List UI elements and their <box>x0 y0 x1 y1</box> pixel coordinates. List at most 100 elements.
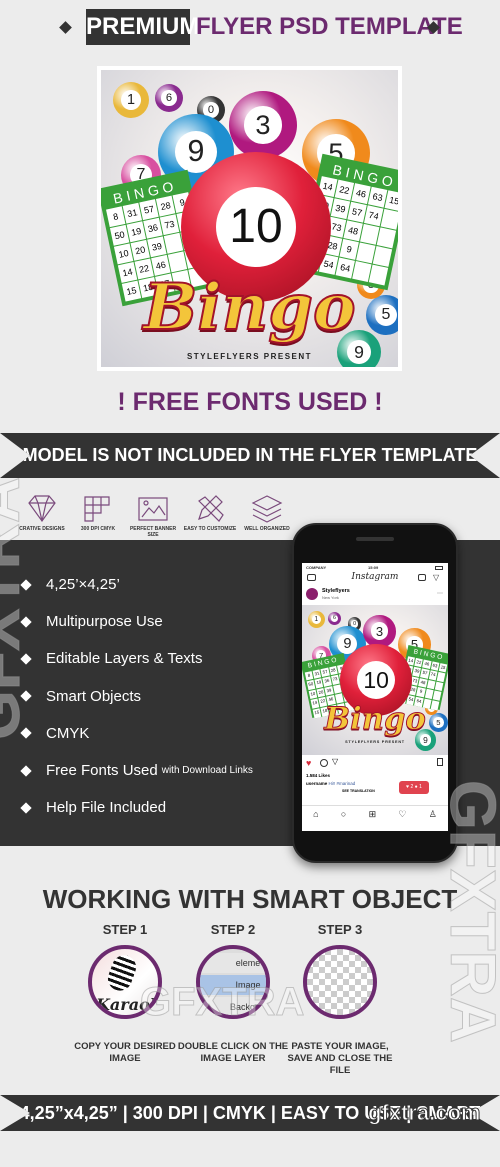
step-label: STEP 3 <box>317 922 363 937</box>
notif-follows: 1 <box>419 784 422 790</box>
model-notice-ribbon: MODEL IS NOT INCLUDED IN THE FLYER TEMPL… <box>0 433 500 478</box>
caption-user[interactable]: username <box>306 781 327 786</box>
profile-icon[interactable]: ♙ <box>429 809 437 820</box>
bookmark-icon[interactable] <box>437 758 443 766</box>
premium-badge: PREMIUM <box>86 9 199 45</box>
presenter-text: STYLEFLYERS PRESENT <box>186 352 313 361</box>
bullet-diamond-icon <box>20 802 32 814</box>
layer-row: eleme <box>200 953 266 973</box>
bullet-diamond-icon <box>20 653 32 665</box>
list-item: Free Fonts Used with Download Links <box>20 762 253 779</box>
step-image: Karaoke <box>88 945 162 1019</box>
karaoke-script: Karaoke <box>96 995 161 1014</box>
layer-row[interactable]: Image <box>200 975 266 995</box>
diamond-icon <box>14 493 70 523</box>
bingo-cell: 48 <box>418 677 427 688</box>
app-title: Instagram <box>351 572 399 582</box>
see-translation-link[interactable]: SEE TRANSLATION <box>342 789 375 793</box>
ball-number: 1 <box>311 614 322 625</box>
layer-row: Backgrou <box>200 997 266 1015</box>
list-item: Help File Included <box>20 799 166 816</box>
bingo-cell <box>376 227 397 249</box>
bingo-cell <box>424 689 433 700</box>
watermark-site: gfxtra.com <box>367 1100 481 1126</box>
bingo-cell: 63 <box>430 660 439 671</box>
comment-icon[interactable] <box>320 759 328 767</box>
direct-message-icon[interactable]: ▽ <box>433 573 439 582</box>
bingo-cell: 46 <box>422 659 431 670</box>
activity-notification: ♥ 2 ● 1 <box>399 781 429 794</box>
bullet-diamond-icon <box>20 690 32 702</box>
microphone-icon <box>104 951 140 995</box>
bingo-cell <box>436 672 446 682</box>
bingo-cell <box>380 208 398 230</box>
feature-label: WELL ORGANIZED <box>244 526 290 532</box>
list-item: Multipurpose Use <box>20 613 163 630</box>
layers-icon <box>239 493 295 523</box>
main-ball-number: 10 <box>216 187 296 267</box>
flyer-preview-image: 1609357598BINGO8315728950193673102039142… <box>97 66 402 371</box>
bingo-ball: 6 <box>155 84 183 112</box>
step-label: STEP 1 <box>102 922 148 937</box>
smart-object-heading: WORKING WITH SMART OBJECT <box>42 884 458 914</box>
nav-divider <box>302 805 448 806</box>
notif-likes: 2 <box>410 784 414 790</box>
list-item: 4,25’×4,25’ <box>20 576 120 593</box>
feature-crative-designs: CRATIVE DESIGNS <box>14 490 70 532</box>
step-caption: PASTE YOUR IMAGE, SAVE AND CLOSE THE FIL… <box>287 1041 393 1076</box>
list-item-note: with Download Links <box>161 765 253 776</box>
feature-300-dpi-cmyk: 300 DPI CMYK <box>70 490 126 532</box>
image-icon <box>125 493 181 523</box>
step-image <box>303 945 377 1019</box>
feature-label: PERFECT BANNER SIZE <box>129 526 177 538</box>
caption-text: Hi!! #marinad <box>328 781 356 786</box>
bullet-diamond-icon <box>20 764 32 777</box>
likes-count: 1.584 Likes <box>306 773 331 778</box>
bullet-diamond-icon <box>20 616 32 628</box>
status-time: 15:09 <box>368 565 379 570</box>
bingo-cell: 15 <box>438 662 448 673</box>
bingo-cell <box>434 681 444 692</box>
bingo-cell <box>426 679 435 690</box>
feature-well-organized: WELL ORGANIZED <box>239 490 295 532</box>
list-item: CMYK <box>20 725 89 742</box>
post-image: 1609357598BINGO8315728950193673102039142… <box>302 605 448 755</box>
bingo-cell: 15 <box>384 190 398 212</box>
feature-perfect-banner-size: PERFECT BANNER SIZE <box>125 490 181 538</box>
bingo-ball: 3 <box>229 91 297 159</box>
igtv-icon[interactable] <box>418 574 426 581</box>
home-icon[interactable]: ⌂ <box>313 809 318 820</box>
feature-label: 300 DPI CMYK <box>80 526 116 532</box>
bingo-cell: 9 <box>416 687 425 698</box>
pencil-ruler-icon <box>182 493 238 523</box>
account-name[interactable]: Styleflyers <box>322 588 350 594</box>
search-icon[interactable]: ○ <box>341 809 346 820</box>
bingo-cell: 22 <box>413 657 423 668</box>
bingo-headline: Bingo <box>324 700 427 737</box>
ball-number: 1 <box>121 90 141 110</box>
more-options-icon[interactable]: ⋯ <box>437 590 443 597</box>
bullet-diamond-icon <box>20 578 32 591</box>
step-2: STEP 2 eleme Image Backgrou DOUBLE CLICK ON … <box>173 922 293 1065</box>
ball-number: 6 <box>330 614 339 623</box>
list-item-text: Editable Layers & Texts <box>46 650 203 668</box>
list-item: Editable Layers & Texts <box>20 650 203 668</box>
diamond-ornament-left <box>59 21 72 34</box>
step-caption: DOUBLE CLICK ON THE IMAGE LAYER <box>177 1041 289 1064</box>
grid-icon <box>70 493 126 523</box>
bingo-ball: 1 <box>113 82 149 118</box>
like-heart-icon[interactable]: ♥ <box>306 758 311 768</box>
step-image: eleme Image Backgrou <box>196 945 270 1019</box>
share-icon[interactable]: ▽ <box>332 757 338 766</box>
activity-heart-icon[interactable]: ♡ <box>398 809 406 820</box>
add-post-icon[interactable]: ⊞ <box>369 809 377 820</box>
step-label: STEP 2 <box>210 922 256 937</box>
list-item-text: 4,25’×4,25’ <box>46 576 120 593</box>
page-title: FLYER PSD TEMPLATE <box>196 13 463 40</box>
bingo-cell <box>372 245 393 267</box>
status-carrier: COMPANY <box>306 565 327 570</box>
avatar[interactable] <box>306 588 318 600</box>
bingo-cell <box>432 690 442 701</box>
instagram-screen: COMPANY 15:09 Instagram ▽ Styleflyers Ne… <box>302 563 448 831</box>
feature-easy-to-customize: EASY TO CUSTOMIZE <box>182 490 238 532</box>
